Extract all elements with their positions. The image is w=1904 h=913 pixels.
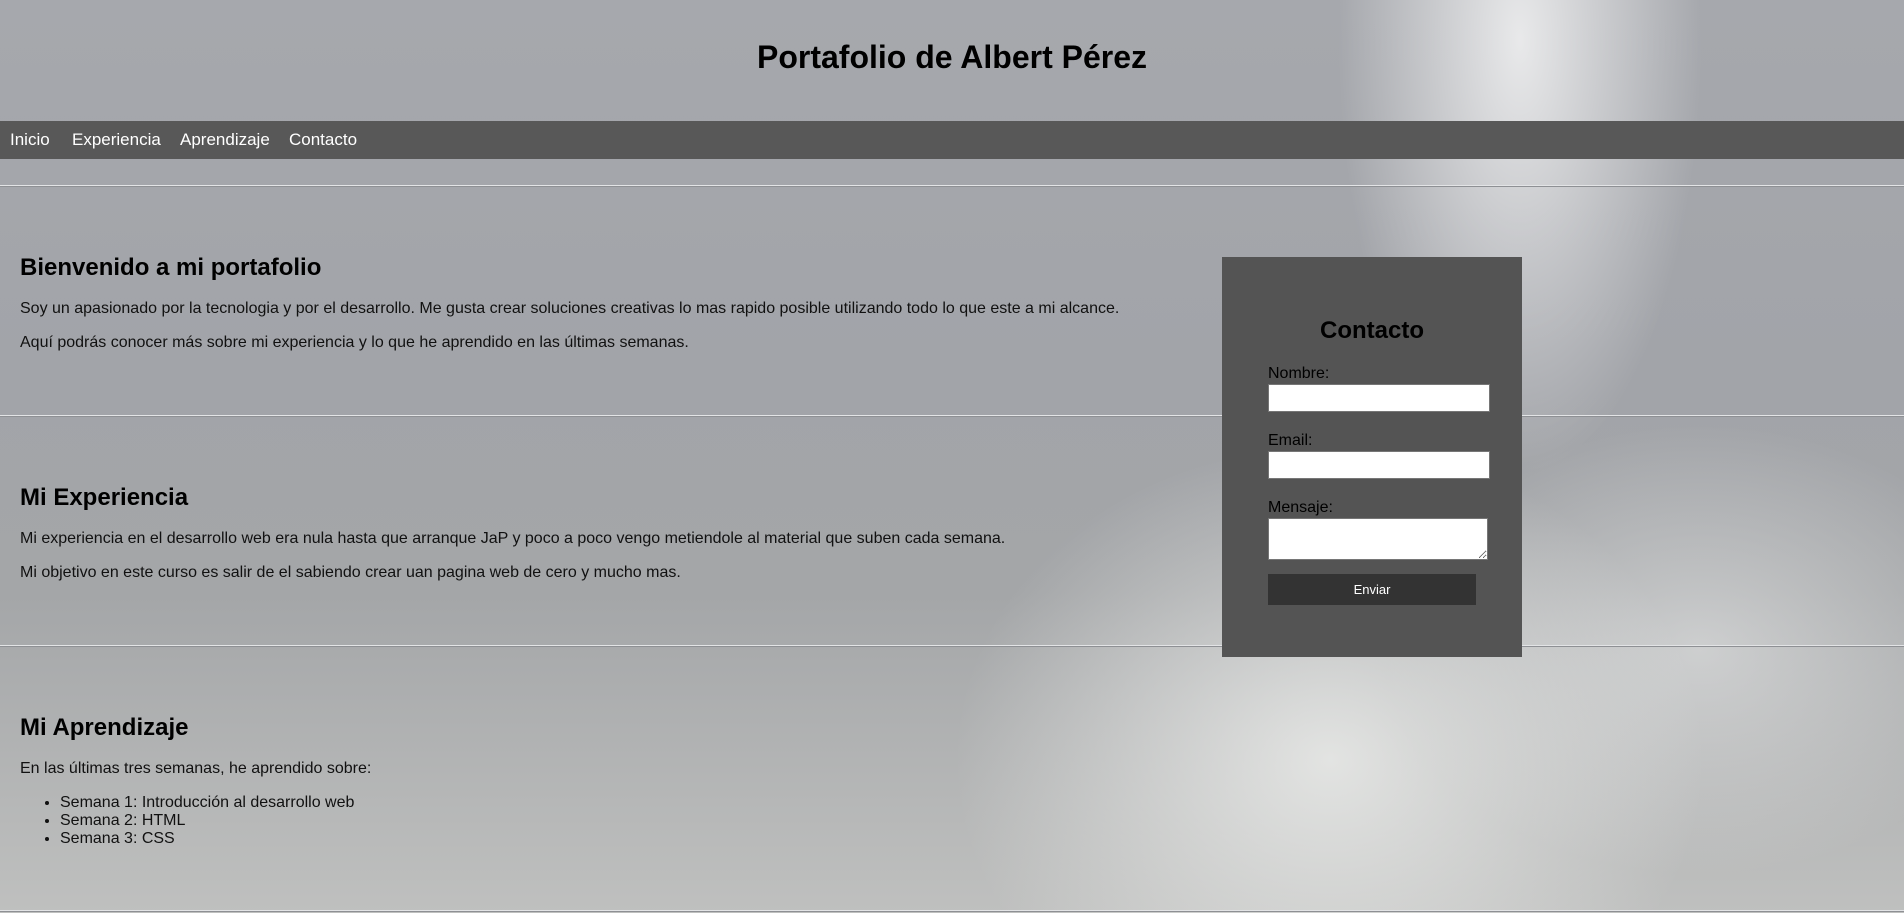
email-label: Email:	[1268, 432, 1313, 449]
experience-paragraph-2: Mi objetivo en este curso es salir de el…	[20, 564, 681, 581]
list-item: Semana 1: Introducción al desarrollo web	[60, 794, 354, 812]
experience-heading: Mi Experiencia	[20, 484, 189, 511]
list-item: Semana 3: CSS	[60, 830, 354, 848]
name-label: Nombre:	[1268, 365, 1330, 382]
experience-paragraph-1: Mi experiencia en el desarrollo web era …	[20, 530, 1006, 547]
list-item: Semana 2: HTML	[60, 812, 354, 830]
nav-link-aprendizaje[interactable]: Aprendizaje	[180, 121, 270, 159]
learning-list: Semana 1: Introducción al desarrollo web…	[20, 794, 354, 848]
page-title: Portafolio de Albert Pérez	[757, 39, 1147, 75]
site-header: Portafolio de Albert Pérez	[0, 0, 1904, 121]
nav-link-inicio[interactable]: Inicio	[10, 121, 50, 159]
section-divider	[0, 415, 1904, 417]
section-divider	[0, 910, 1904, 912]
welcome-paragraph-1: Soy un apasionado por la tecnologia y po…	[20, 300, 1120, 317]
section-divider	[0, 185, 1904, 187]
contact-heading: Contacto	[1320, 317, 1424, 344]
main-nav: Inicio Experiencia Aprendizaje Contacto	[0, 121, 1904, 159]
submit-button[interactable]: Enviar	[1268, 574, 1476, 605]
section-divider	[0, 645, 1904, 647]
learning-intro: En las últimas tres semanas, he aprendid…	[20, 760, 372, 777]
message-textarea[interactable]	[1268, 518, 1488, 560]
nav-link-experiencia[interactable]: Experiencia	[72, 121, 161, 159]
welcome-heading: Bienvenido a mi portafolio	[20, 254, 322, 281]
learning-heading: Mi Aprendizaje	[20, 714, 189, 741]
email-input[interactable]	[1268, 451, 1490, 479]
welcome-paragraph-2: Aquí podrás conocer más sobre mi experie…	[20, 334, 689, 351]
message-label: Mensaje:	[1268, 499, 1333, 516]
nav-link-contacto[interactable]: Contacto	[289, 121, 357, 159]
contact-form-panel: Contacto Nombre: Email: Mensaje: Enviar	[1222, 257, 1522, 657]
name-input[interactable]	[1268, 384, 1490, 412]
